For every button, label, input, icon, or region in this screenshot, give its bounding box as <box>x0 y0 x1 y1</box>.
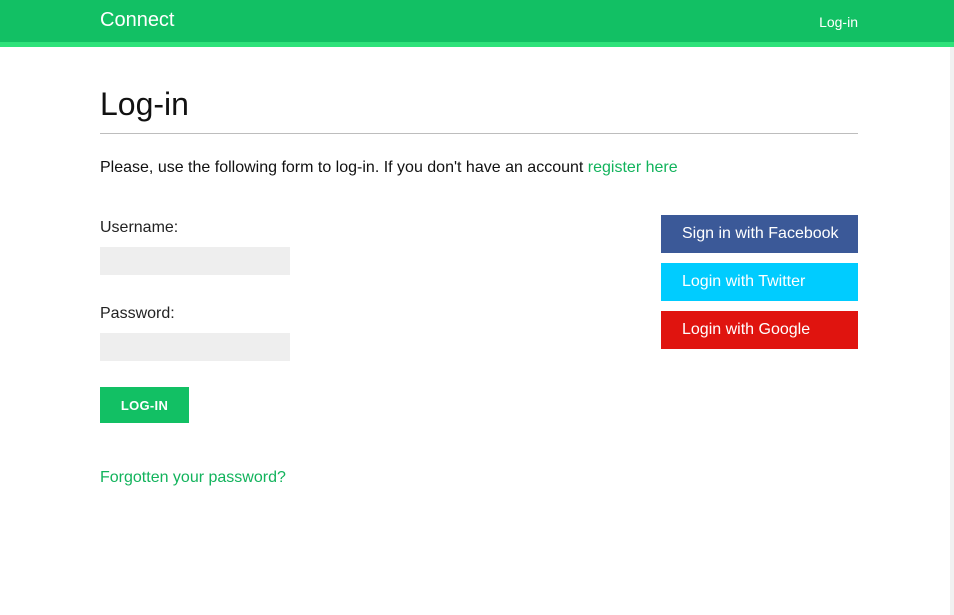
intro-text: Please, use the following form to log-in… <box>100 159 678 177</box>
login-submit-button[interactable]: LOG-IN <box>100 387 189 423</box>
google-login-button[interactable]: Login with Google <box>661 311 858 349</box>
forgot-password-link[interactable]: Forgotten your password? <box>100 469 286 487</box>
scrollbar-track[interactable] <box>950 47 954 615</box>
facebook-signin-button[interactable]: Sign in with Facebook <box>661 215 858 253</box>
page-title: Log-in <box>100 86 189 122</box>
top-navbar: Connect Log-in <box>0 0 954 47</box>
password-input[interactable] <box>100 333 290 361</box>
password-label: Password: <box>100 305 175 322</box>
brand-logo[interactable]: Connect <box>100 9 175 32</box>
title-divider <box>100 133 858 134</box>
username-label: Username: <box>100 219 179 236</box>
twitter-login-button[interactable]: Login with Twitter <box>661 263 858 301</box>
username-input[interactable] <box>100 247 290 275</box>
nav-login-link[interactable]: Log-in <box>819 14 858 30</box>
register-link[interactable]: register here <box>588 159 678 176</box>
intro-text-body: Please, use the following form to log-in… <box>100 159 588 176</box>
